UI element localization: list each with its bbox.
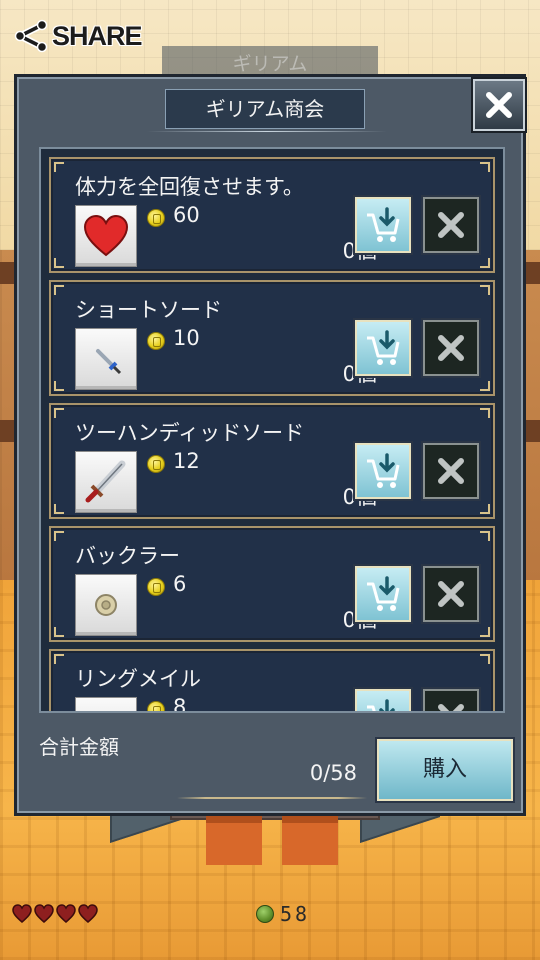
- heart-icon: [78, 904, 98, 923]
- coin-counter: 58: [256, 902, 310, 926]
- remove-button[interactable]: [423, 566, 479, 622]
- cart-icon: [367, 453, 400, 488]
- coin-icon: [147, 455, 165, 473]
- coin-icon: [147, 209, 165, 227]
- remove-button[interactable]: [423, 689, 479, 711]
- short-sword-icon: [75, 328, 137, 390]
- add-to-cart-button[interactable]: [355, 320, 411, 376]
- item-list[interactable]: 体力を全回復させます。 60 0個 ショートソード 10 0個: [39, 147, 505, 713]
- health-hearts: [12, 904, 98, 924]
- shop-item: バックラー 6 0個: [49, 526, 495, 642]
- heart-icon: [75, 205, 137, 267]
- coin-icon: [147, 332, 165, 350]
- item-name: バックラー: [75, 544, 180, 568]
- close-icon: [438, 458, 464, 484]
- npc-leg: [206, 815, 262, 865]
- item-price: 60: [173, 203, 200, 227]
- title-divider: [147, 131, 387, 132]
- coin-icon: [147, 701, 165, 711]
- add-to-cart-button[interactable]: [355, 197, 411, 253]
- item-name: 体力を全回復させます。: [75, 175, 304, 199]
- close-icon: [438, 212, 464, 238]
- total-value: 0/58: [309, 761, 357, 785]
- remove-button[interactable]: [423, 320, 479, 376]
- item-name: リングメイル: [75, 667, 201, 691]
- close-icon: [438, 335, 464, 361]
- cart-icon: [367, 699, 398, 711]
- total-divider: [177, 797, 367, 799]
- item-price: 8: [173, 695, 187, 713]
- item-name: ショートソード: [75, 298, 222, 322]
- close-icon: [438, 581, 464, 607]
- close-icon: [438, 704, 464, 711]
- heart-icon: [34, 904, 54, 923]
- buy-button[interactable]: 購入: [377, 739, 513, 801]
- buckler-icon: [75, 574, 137, 636]
- remove-button[interactable]: [423, 443, 479, 499]
- share-icon: [14, 19, 48, 53]
- add-to-cart-button[interactable]: [355, 566, 411, 622]
- shop-title: ギリアム商会: [165, 89, 365, 129]
- coin-icon: [256, 905, 274, 923]
- item-price: 6: [173, 572, 187, 596]
- npc-leg: [282, 815, 338, 865]
- close-icon: [486, 92, 512, 118]
- share-button[interactable]: SHARE: [14, 16, 144, 56]
- remove-button[interactable]: [423, 197, 479, 253]
- heart-icon: [56, 904, 76, 923]
- item-price: 10: [173, 326, 200, 350]
- add-to-cart-button[interactable]: [355, 689, 411, 711]
- two-handed-sword-icon: [75, 451, 137, 513]
- total-label: 合計金額: [39, 735, 119, 759]
- share-label: SHARE: [52, 20, 143, 51]
- add-to-cart-button[interactable]: [355, 443, 411, 499]
- close-button[interactable]: [473, 79, 525, 131]
- cart-icon: [367, 207, 400, 242]
- ring-mail-icon: [75, 697, 137, 711]
- cart-icon: [367, 576, 400, 611]
- coin-count: 58: [280, 902, 311, 926]
- shop-item: リングメイル 8: [49, 649, 495, 713]
- item-name: ツーハンディッドソード: [75, 421, 305, 445]
- shop-item: ショートソード 10 0個: [49, 280, 495, 396]
- cart-icon: [367, 330, 400, 365]
- shop-window: ギリアム商会 体力を全回復させます。 60 0個 ショー: [14, 74, 526, 816]
- shop-item: 体力を全回復させます。 60 0個: [49, 157, 495, 273]
- shop-item: ツーハンディッドソード 12 0個: [49, 403, 495, 519]
- coin-icon: [147, 578, 165, 596]
- item-price: 12: [173, 449, 200, 473]
- heart-icon: [12, 904, 32, 923]
